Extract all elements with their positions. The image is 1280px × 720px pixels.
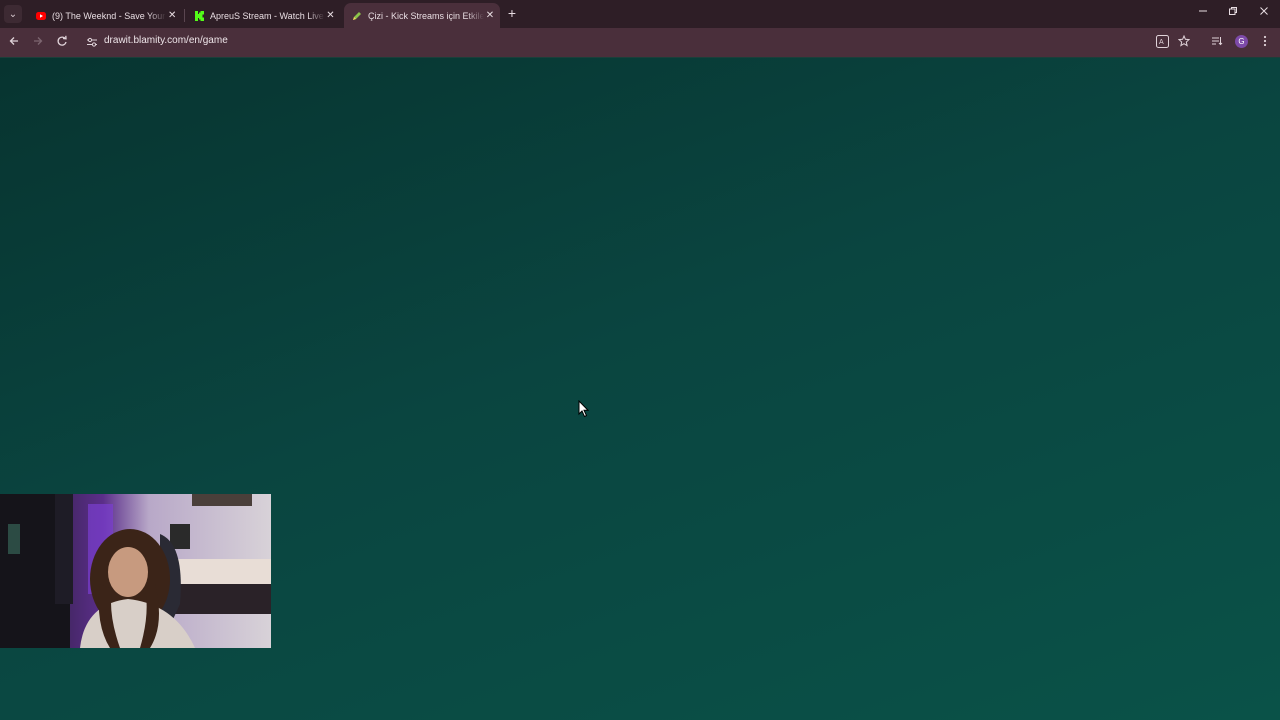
browser-toolbar: drawit.blamity.com/en/game A G [0, 28, 1280, 57]
drawit-icon [352, 11, 362, 21]
restore-icon[interactable] [1226, 6, 1240, 20]
forward-icon[interactable] [30, 35, 46, 51]
close-tab-icon[interactable]: ✕ [484, 10, 496, 21]
tab-separator [184, 9, 185, 22]
tab-youtube[interactable]: (9) The Weeknd - Save Your Tears ✕ [28, 3, 182, 28]
address-bar[interactable]: drawit.blamity.com/en/game [80, 31, 1200, 53]
close-tab-icon[interactable]: ✕ [166, 10, 178, 21]
tab-title: (9) The Weeknd - Save Your Tears [52, 10, 166, 21]
tab-search-button[interactable]: ⌄ [4, 5, 22, 23]
new-tab-button[interactable]: + [505, 6, 519, 20]
tab-title: Çizi - Kick Streams için Etkileşimli [368, 10, 484, 21]
tab-title: ApreuS Stream - Watch Live on Kick [210, 10, 325, 21]
tab-kick[interactable]: ApreuS Stream - Watch Live on Kick ✕ [186, 3, 340, 28]
site-settings-icon[interactable] [86, 35, 98, 47]
mouse-cursor-icon [578, 399, 590, 418]
bookmark-star-icon[interactable] [1176, 34, 1192, 51]
tab-drawit[interactable]: Çizi - Kick Streams için Etkileşimli ✕ [344, 3, 500, 28]
tab-strip: ⌄ (9) The Weeknd - Save Your Tears ✕ Apr… [0, 0, 1280, 28]
back-icon[interactable] [6, 35, 22, 51]
reading-list-icon[interactable] [1209, 35, 1225, 51]
close-window-icon[interactable] [1257, 6, 1271, 20]
more-menu-icon[interactable] [1257, 35, 1273, 51]
profile-avatar[interactable]: G [1235, 35, 1248, 48]
url-text[interactable]: drawit.blamity.com/en/game [104, 35, 228, 46]
reload-icon[interactable] [54, 35, 70, 51]
minimize-icon[interactable] [1196, 6, 1210, 20]
translate-icon[interactable]: A [1154, 35, 1170, 51]
youtube-icon [36, 11, 46, 21]
streamer-webcam-overlay [0, 494, 271, 648]
close-tab-icon[interactable]: ✕ [325, 10, 336, 21]
svg-text:A: A [1159, 39, 1164, 46]
kick-icon [194, 10, 204, 21]
